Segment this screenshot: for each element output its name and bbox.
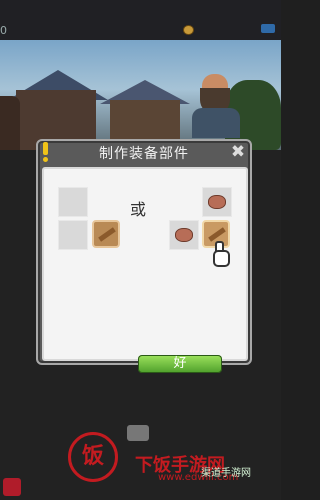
coin-icon [184,26,193,34]
empty-slot [58,187,88,217]
ore-icon [208,195,226,209]
plank-icon[interactable] [92,220,120,248]
dwarf-character [190,68,242,138]
pointer-hand-icon [210,241,230,267]
dialog-title: 制作装备部件 [99,146,189,162]
game-scene [0,40,281,150]
watermark-secondary: 渠道手游网 [201,468,251,479]
top-bar: 0 [0,0,281,40]
bottom-item-icon [127,425,149,441]
ore-icon [175,228,193,242]
confirm-button[interactable]: 好 [138,355,222,373]
resource-counter: 0 [0,24,7,37]
craft-dialog: 制作装备部件 ✖ 或 好 [36,139,252,373]
close-icon[interactable]: ✖ [229,143,247,161]
or-text: 或 [130,200,147,219]
watermark-logo: 饭 [68,432,118,482]
empty-slot [58,220,88,250]
craft-panel: 或 好 [42,167,248,373]
menu-button[interactable] [261,24,275,33]
back-button[interactable] [3,478,21,496]
dwarf-body [192,108,240,138]
